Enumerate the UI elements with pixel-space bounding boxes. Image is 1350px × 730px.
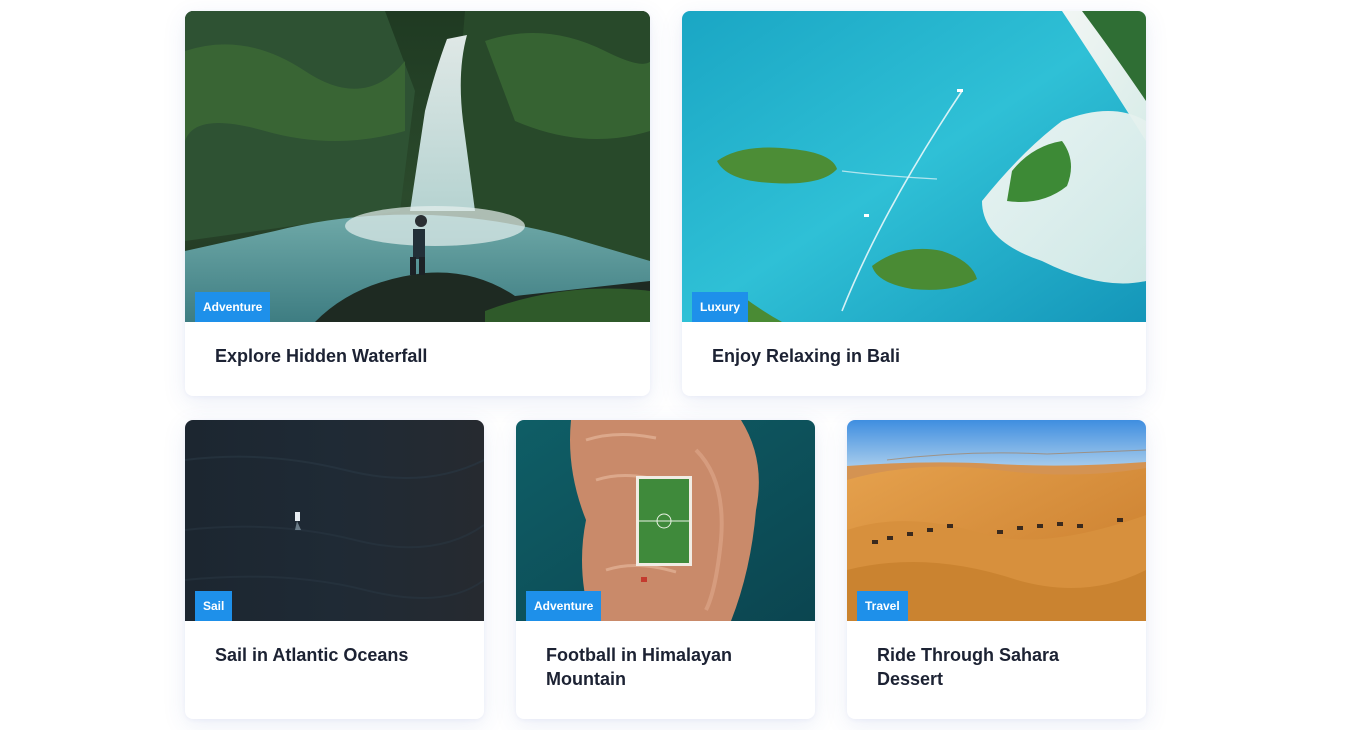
category-badge: Sail [195,591,233,621]
card-title[interactable]: Football in Himalayan Mountain [516,621,815,691]
tour-card-atlantic[interactable]: Sail Sail in Atlantic Oceans [185,420,484,719]
island-football-field-photo[interactable]: Adventure [516,420,815,621]
card-title[interactable]: Sail in Atlantic Oceans [185,621,484,667]
category-badge: Luxury [692,292,749,322]
category-badge: Adventure [526,591,602,621]
tour-card-waterfall[interactable]: Adventure Explore Hidden Waterfall [185,11,650,396]
bali-lagoon-photo[interactable]: Luxury [682,11,1146,322]
tour-card-sahara[interactable]: Travel Ride Through Sahara Dessert [847,420,1146,719]
tour-card-bali[interactable]: Luxury Enjoy Relaxing in Bali [682,11,1146,396]
category-badge: Travel [857,591,908,621]
card-title[interactable]: Explore Hidden Waterfall [185,322,650,368]
card-title[interactable]: Enjoy Relaxing in Bali [682,322,1146,368]
tour-card-himalayan[interactable]: Adventure Football in Himalayan Mountain [516,420,815,719]
dark-ocean-boat-photo[interactable]: Sail [185,420,484,621]
card-title[interactable]: Ride Through Sahara Dessert [847,621,1146,691]
category-badge: Adventure [195,292,271,322]
waterfall-photo[interactable]: Adventure [185,11,650,322]
sahara-camel-caravan-photo[interactable]: Travel [847,420,1146,621]
